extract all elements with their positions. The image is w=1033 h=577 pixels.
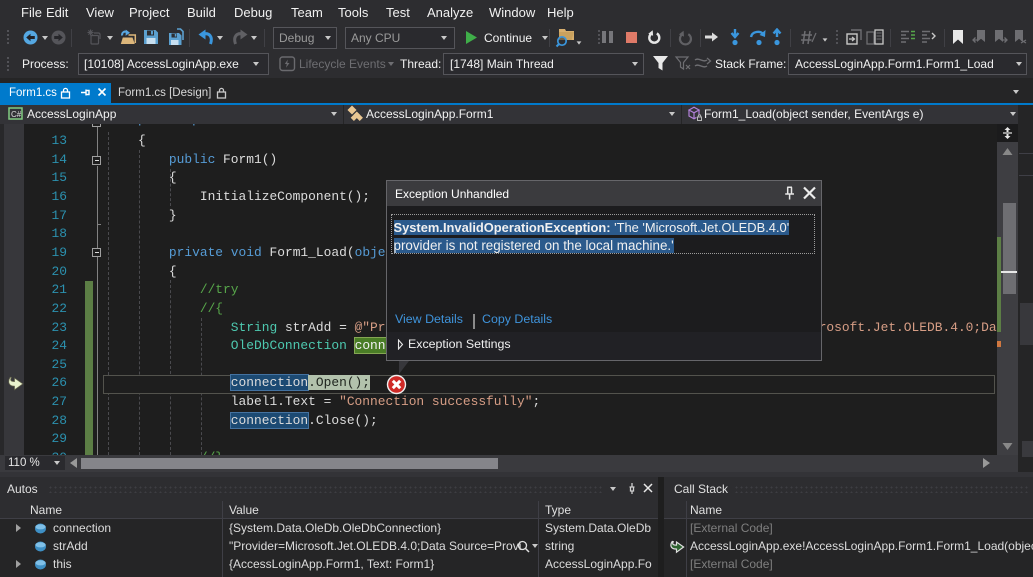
svg-text:C#: C# <box>11 110 22 119</box>
